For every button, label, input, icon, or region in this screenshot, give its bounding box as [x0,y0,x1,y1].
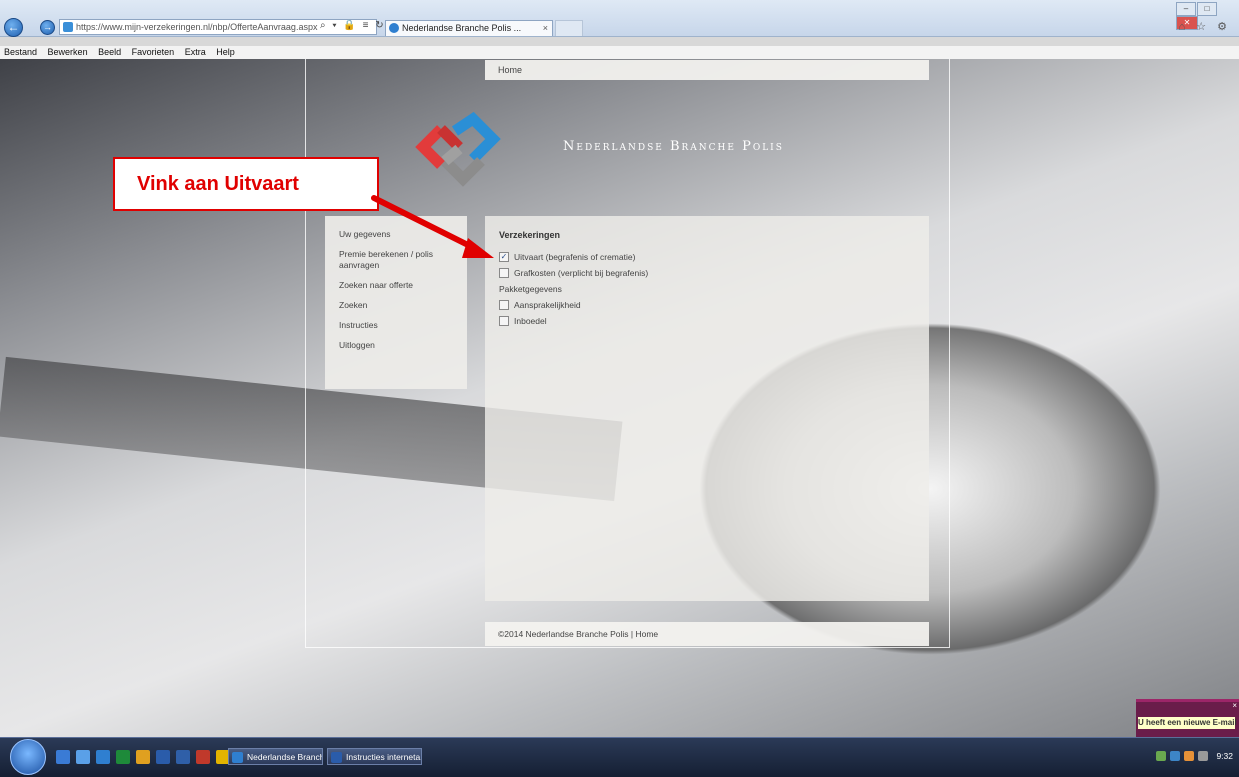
side-menu-instructies[interactable]: Instructies [339,320,453,331]
taskbar-item-browser[interactable]: Nederlandse Branch... [228,748,323,765]
package-label: Inboedel [514,316,547,326]
back-button[interactable]: ← [4,18,23,37]
menu-bewerken[interactable]: Bewerken [48,47,88,57]
package-aansprakelijkheid[interactable]: Aansprakelijkheid [499,300,915,310]
nbp-logo-icon [415,111,501,187]
explorer-icon[interactable] [76,750,90,764]
checkbox-grafkosten[interactable] [499,268,509,278]
ie-icon [232,752,243,763]
outlook-icon[interactable] [176,750,190,764]
option-label: Uitvaart (begrafenis of crematie) [514,252,636,262]
checkbox-uitvaart[interactable]: ✓ [499,252,509,262]
excel-icon[interactable] [116,750,130,764]
task-label: Nederlandse Branch... [247,752,322,762]
forward-button[interactable]: → [40,20,55,35]
powerpoint-icon[interactable] [196,750,210,764]
word-icon[interactable] [156,750,170,764]
side-menu-uitloggen[interactable]: Uitloggen [339,340,453,351]
menu-help[interactable]: Help [216,47,235,57]
tab-close-icon[interactable]: × [543,21,548,35]
site-favicon-icon [63,22,73,32]
menu-favorieten[interactable]: Favorieten [132,47,175,57]
clock[interactable]: 9:32 [1216,751,1233,761]
footer-text: ©2014 Nederlandse Branche Polis | Home [498,629,659,639]
browser-tab[interactable]: Nederlandse Branche Polis ... × [385,20,553,36]
browser-titlebar: – □✕ ← → https://www.mijn-verzekeringen.n… [0,0,1239,37]
side-menu-zoeken-offerte[interactable]: Zoeken naar offerte [339,280,453,291]
system-tray: 9:32 [1152,750,1233,761]
menu-bar: Bestand Bewerken Beeld Favorieten Extra … [0,46,1239,60]
checkbox-inboedel[interactable] [499,316,509,326]
new-tab-button[interactable] [555,20,583,36]
web-page: Home Nederlandse Branche Polis Uw gegeve… [0,59,1239,737]
toolbar-icons[interactable]: ⌂ ☆ ⚙ [1179,20,1231,33]
word-icon [331,752,342,763]
menu-bestand[interactable]: Bestand [4,47,37,57]
back-arrow-icon: ← [7,20,20,34]
forward-arrow-icon: → [43,22,52,32]
start-button[interactable] [10,739,46,775]
volume-icon[interactable] [1198,750,1209,761]
desktop-icon[interactable] [56,750,70,764]
mail-notification[interactable]: × U heeft een nieuwe E-mail [1136,699,1239,740]
annotation-arrow-icon [371,195,494,258]
package-heading: Pakketgegevens [499,284,562,294]
home-link[interactable]: Home [498,65,522,75]
taskbar-item-word[interactable]: Instructies interneta... [327,748,422,765]
tray-icon-2[interactable] [1170,750,1181,761]
maximize-button[interactable]: □ [1197,2,1217,16]
page-footer: ©2014 Nederlandse Branche Polis | Home [485,622,929,646]
minimize-button[interactable]: – [1176,2,1196,16]
quick-launch [56,750,236,767]
option-uitvaart[interactable]: ✓ Uitvaart (begrafenis of crematie) [499,252,915,262]
option-grafkosten[interactable]: Grafkosten (verplicht bij begrafenis) [499,268,915,278]
menu-extra[interactable]: Extra [185,47,206,57]
taskbar: Nederlandse Branch... Instructies intern… [0,737,1239,777]
package-label: Aansprakelijkheid [514,300,581,310]
brand-name: Nederlandse Branche Polis [563,139,784,154]
folder-icon[interactable] [136,750,150,764]
task-label: Instructies interneta... [346,752,422,762]
top-nav: Home [485,60,929,80]
notification-close-icon[interactable]: × [1232,701,1237,710]
menu-beeld[interactable]: Beeld [98,47,121,57]
notification-text: U heeft een nieuwe E-mail [1138,717,1237,729]
tray-icon-1[interactable] [1156,750,1167,761]
tab-title: Nederlandse Branche Polis ... [402,23,522,33]
address-url: https://www.mijn-verzekeringen.nl/nbp/Of… [76,22,318,32]
tray-icon-3[interactable] [1184,750,1195,761]
annotation-callout: Vink aan Uitvaart [113,157,379,211]
window-controls: – □✕ [1175,2,1235,30]
section-heading: Verzekeringen [499,230,561,240]
ie-icon[interactable] [96,750,110,764]
ie-favicon-icon [389,23,399,33]
package-inboedel[interactable]: Inboedel [499,316,915,326]
side-menu-zoeken[interactable]: Zoeken [339,300,453,311]
option-label: Grafkosten (verplicht bij begrafenis) [514,268,649,278]
insurance-form: Verzekeringen ✓ Uitvaart (begrafenis of … [485,216,929,601]
checkbox-aansprakelijkheid[interactable] [499,300,509,310]
